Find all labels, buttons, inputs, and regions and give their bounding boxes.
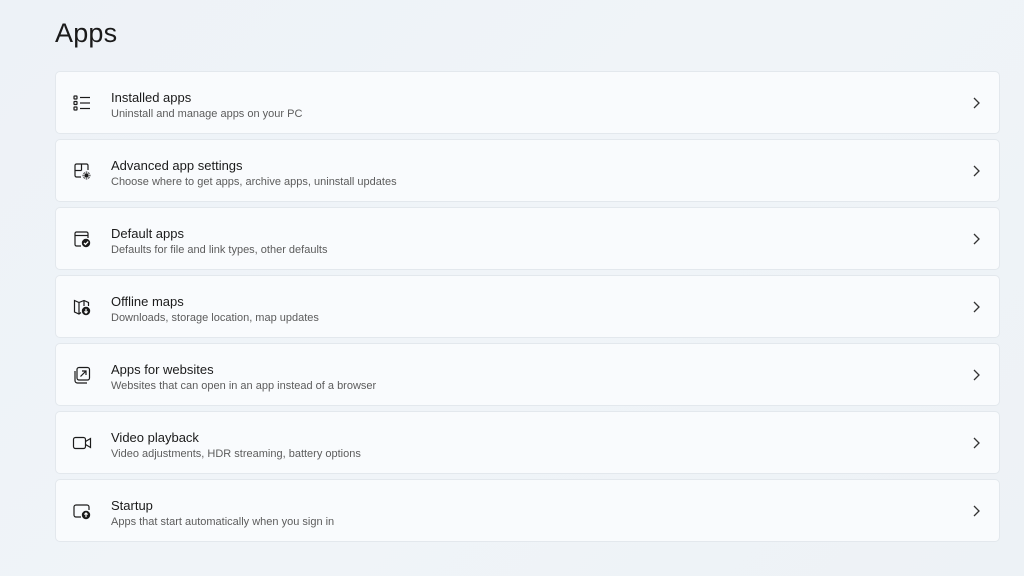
- list-icon: [72, 93, 92, 113]
- settings-page: Apps Installed apps Uninstall and manage…: [0, 0, 1024, 576]
- default-apps-item[interactable]: Default apps Defaults for file and link …: [55, 207, 1000, 270]
- item-description: Websites that can open in an app instead…: [111, 380, 377, 392]
- video-camera-icon: [72, 433, 92, 453]
- chevron-right-icon: [971, 300, 981, 314]
- advanced-app-settings-item[interactable]: Advanced app settings Choose where to ge…: [55, 139, 1000, 202]
- offline-maps-item[interactable]: Offline maps Downloads, storage location…: [55, 275, 1000, 338]
- item-label: Installed apps: [111, 90, 192, 105]
- item-label: Default apps: [111, 226, 184, 241]
- app-settings-icon: [72, 161, 92, 181]
- chevron-right-icon: [971, 96, 981, 110]
- open-external-icon: [72, 365, 92, 385]
- chevron-right-icon: [971, 436, 981, 450]
- default-apps-icon: [72, 229, 92, 249]
- item-description: Downloads, storage location, map updates: [111, 312, 319, 324]
- settings-list: Installed apps Uninstall and manage apps…: [55, 71, 1000, 547]
- chevron-right-icon: [971, 164, 981, 178]
- startup-icon: [72, 501, 92, 521]
- apps-for-websites-item[interactable]: Apps for websites Websites that can open…: [55, 343, 1000, 406]
- item-description: Video adjustments, HDR streaming, batter…: [111, 448, 361, 460]
- item-label: Apps for websites: [111, 362, 214, 377]
- item-description: Uninstall and manage apps on your PC: [111, 108, 303, 120]
- item-label: Startup: [111, 498, 153, 513]
- startup-item[interactable]: Startup Apps that start automatically wh…: [55, 479, 1000, 542]
- page-title: Apps: [55, 18, 118, 48]
- chevron-right-icon: [971, 368, 981, 382]
- item-description: Defaults for file and link types, other …: [111, 244, 328, 256]
- item-label: Video playback: [111, 430, 199, 445]
- item-label: Offline maps: [111, 294, 184, 309]
- item-description: Choose where to get apps, archive apps, …: [111, 176, 397, 188]
- item-label: Advanced app settings: [111, 158, 243, 173]
- video-playback-item[interactable]: Video playback Video adjustments, HDR st…: [55, 411, 1000, 474]
- installed-apps-item[interactable]: Installed apps Uninstall and manage apps…: [55, 71, 1000, 134]
- item-description: Apps that start automatically when you s…: [111, 516, 335, 528]
- chevron-right-icon: [971, 504, 981, 518]
- chevron-right-icon: [971, 232, 981, 246]
- map-download-icon: [72, 297, 92, 317]
